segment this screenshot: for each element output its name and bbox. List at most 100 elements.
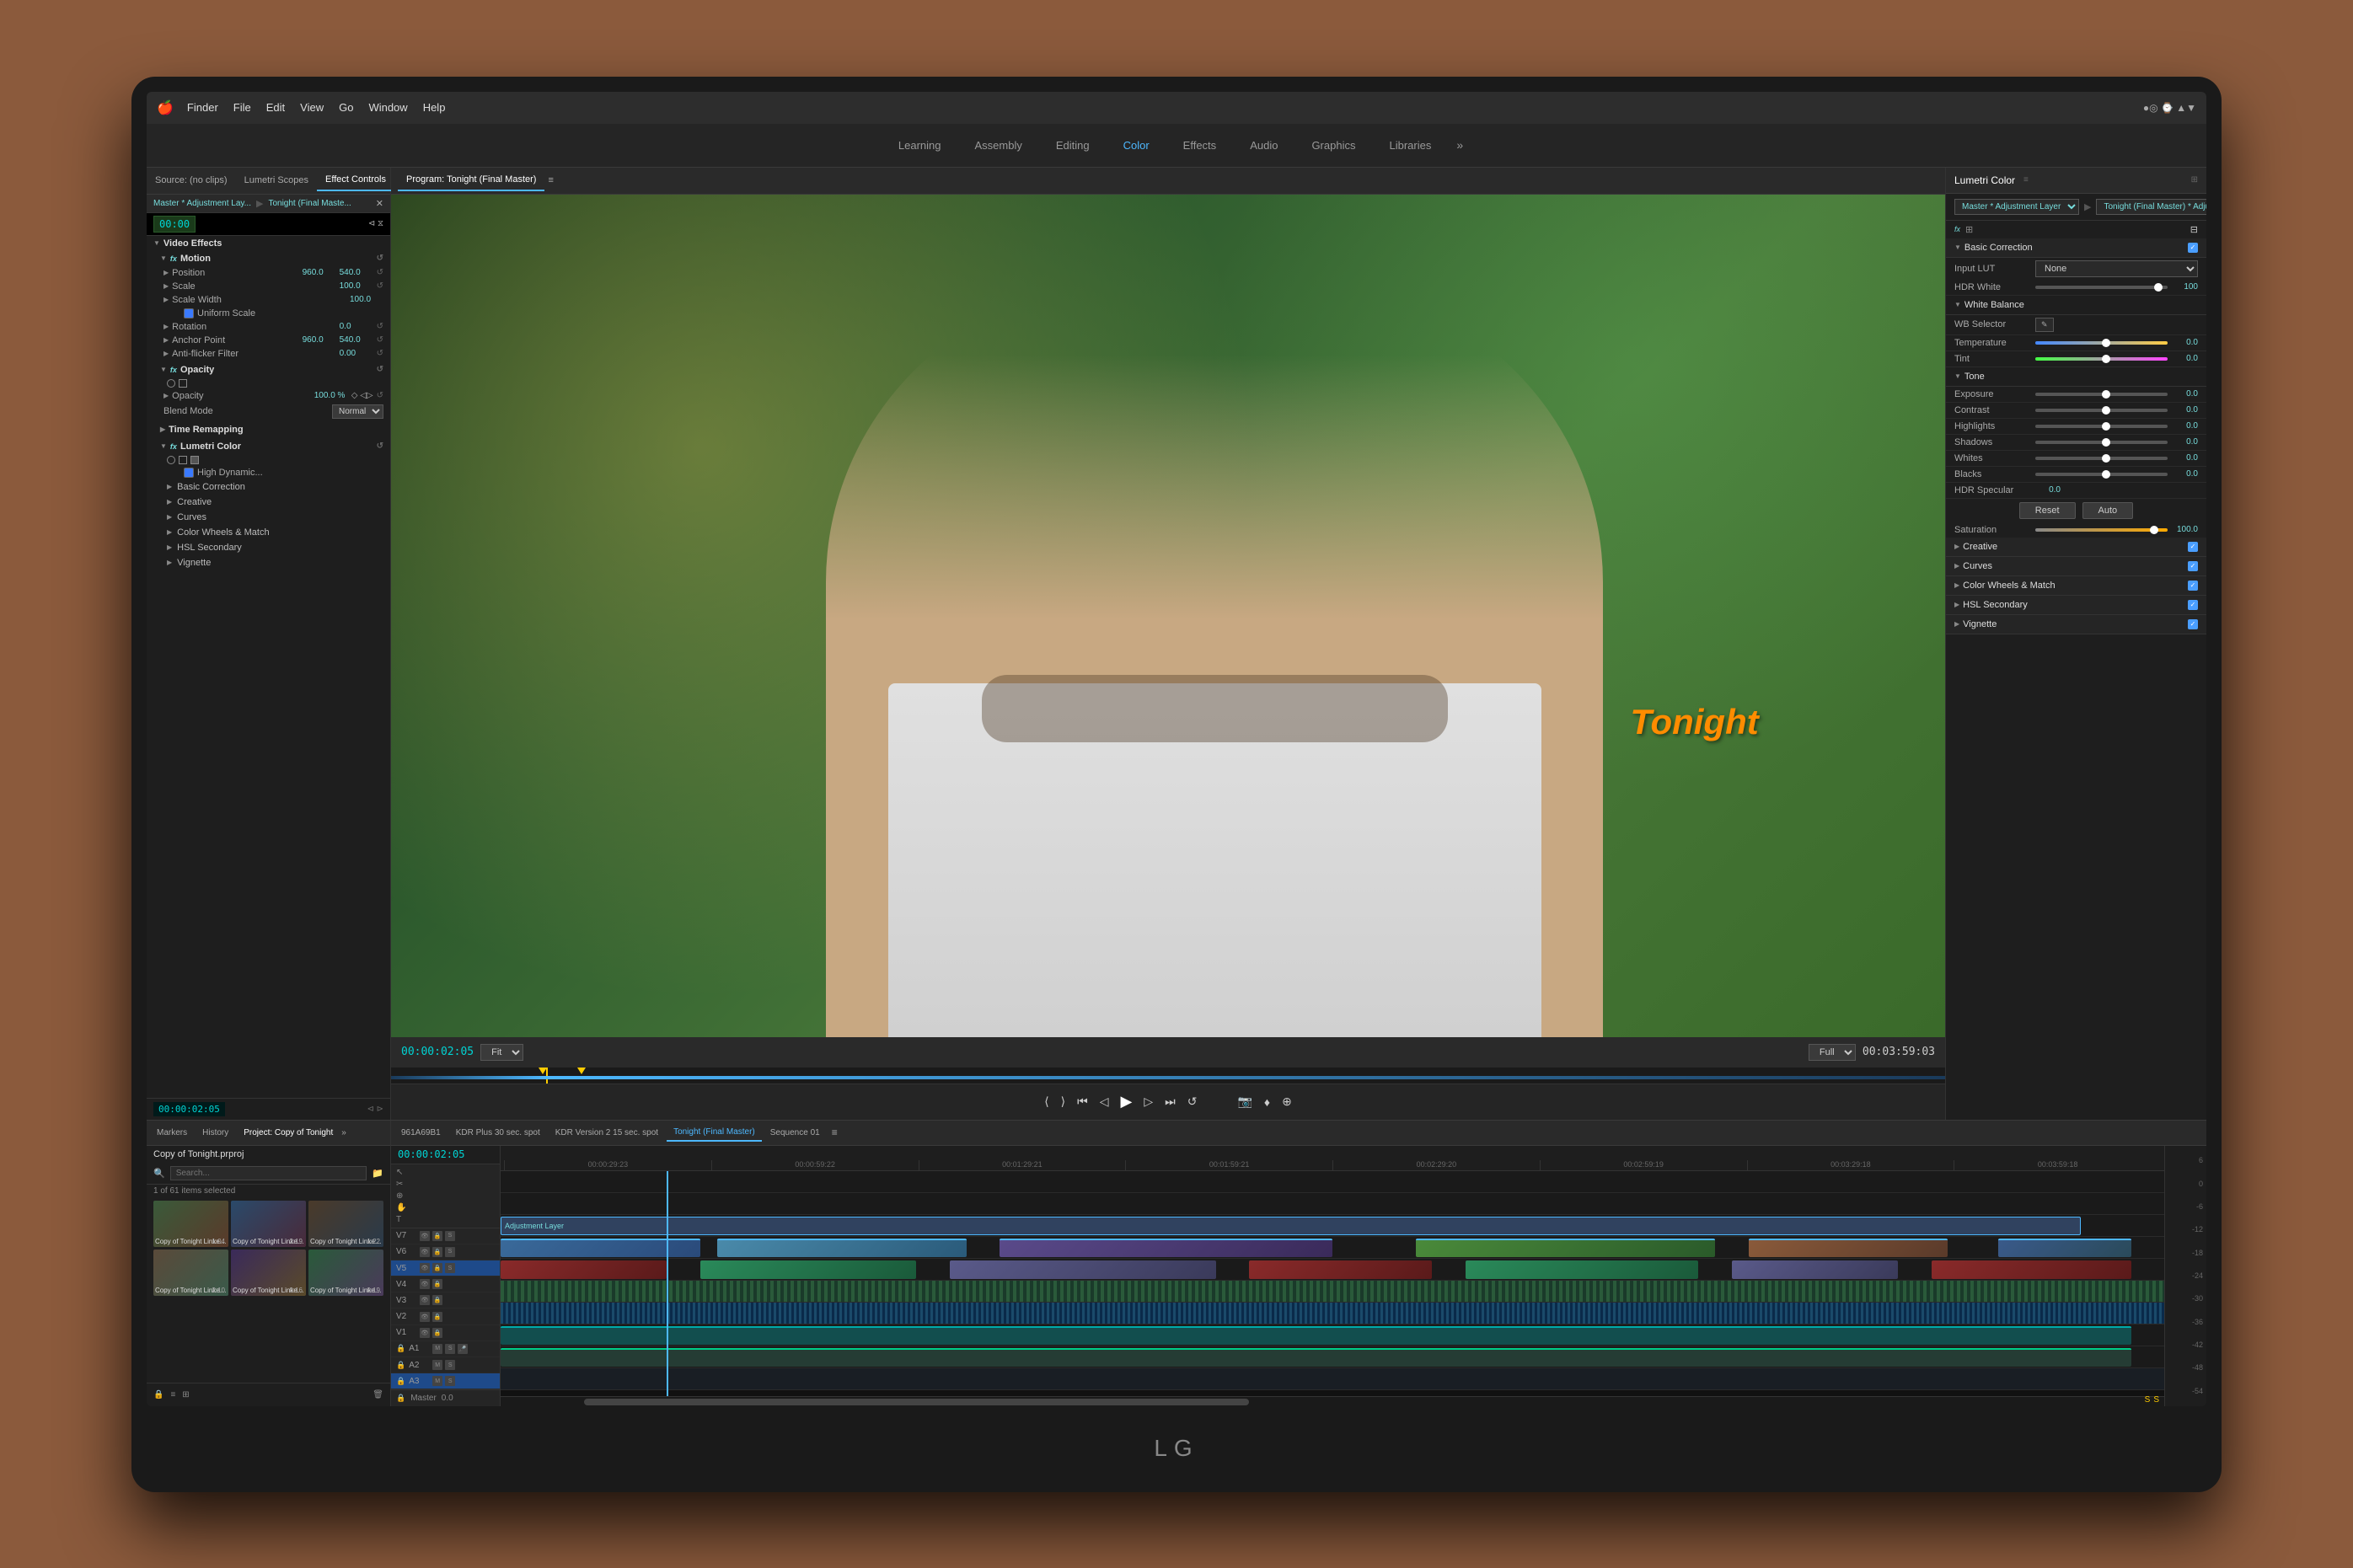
mark-in-btn[interactable]: ⟨ [1044, 1094, 1048, 1109]
apple-icon[interactable]: 🍎 [157, 99, 174, 116]
tab-lumetri-scopes[interactable]: Lumetri Scopes [236, 170, 317, 190]
basic-correction-checkbox[interactable]: ✓ [2188, 243, 2198, 253]
thumbnail-5[interactable]: Copy of Tonight Linked... 0:16 [231, 1250, 306, 1296]
vignette-item[interactable]: ▶ Vignette [147, 555, 390, 570]
v3-clip-1[interactable] [501, 1260, 667, 1279]
temperature-thumb[interactable] [2102, 339, 2110, 347]
v4-eye[interactable]: 👁 [420, 1279, 430, 1289]
highlights-value[interactable]: 0.0 [2173, 421, 2198, 431]
creative-section-header[interactable]: ▶ Creative ✓ [1946, 538, 2206, 557]
v4-clip-1[interactable] [501, 1239, 700, 1257]
basic-correction-item[interactable]: ▶ Basic Correction [147, 479, 390, 495]
thumbnail-6[interactable]: Copy of Tonight Linked... 0:19 [308, 1250, 383, 1296]
scale-reset[interactable]: ↺ [377, 281, 383, 291]
v7-lock[interactable]: 🔒 [432, 1231, 442, 1241]
tab-history[interactable]: History [196, 1125, 235, 1141]
a2-clip[interactable] [501, 1348, 2131, 1367]
tab-effect-controls[interactable]: Effect Controls [317, 169, 394, 191]
tab-project-copy[interactable]: Project: Copy of Tonight [237, 1125, 340, 1141]
tab-editing[interactable]: Editing [1041, 134, 1105, 157]
input-lut-select[interactable]: None [2035, 260, 2198, 277]
tab-assembly[interactable]: Assembly [959, 134, 1037, 157]
v2-multiclip[interactable] [501, 1281, 2164, 1302]
thumbnail-3[interactable]: Copy of Tonight Linked... 1:22 [308, 1201, 383, 1247]
saturation-value[interactable]: 100.0 [2173, 525, 2198, 534]
thumbnail-1[interactable]: Copy of Tonight Linked... 1:04 [153, 1201, 228, 1247]
a1-lock-icon[interactable]: 🔒 [396, 1344, 405, 1353]
lane-v7[interactable] [501, 1171, 2164, 1193]
tl-tab-2[interactable]: KDR Plus 30 sec. spot [449, 1125, 547, 1141]
v5-eye[interactable]: 👁 [420, 1263, 430, 1273]
blacks-value[interactable]: 0.0 [2173, 469, 2198, 479]
tl-tab-tonight[interactable]: Tonight (Final Master) [667, 1124, 762, 1142]
v3-clip-7[interactable] [1932, 1260, 2131, 1279]
timeline-scrollbar[interactable]: S S [501, 1396, 2164, 1406]
tl-tabs-more[interactable]: ≡ [832, 1126, 838, 1138]
highlights-slider[interactable] [2035, 425, 2168, 428]
tint-value[interactable]: 0.0 [2173, 354, 2198, 363]
export-frame-btn[interactable]: 📷 [1237, 1094, 1252, 1109]
add-to-sequence-btn[interactable]: ⊕ [1282, 1094, 1292, 1109]
clip-layer-select[interactable]: Tonight (Final Master) * Adjust... [2096, 199, 2206, 215]
curves-checkbox[interactable]: ✓ [2188, 561, 2198, 571]
saturation-thumb[interactable] [2150, 526, 2158, 534]
workspace-more[interactable]: » [1450, 138, 1470, 152]
v3-clip-5[interactable] [1466, 1260, 1698, 1279]
tl-tab-3[interactable]: KDR Version 2 15 sec. spot [549, 1125, 665, 1141]
lumetri-color-section[interactable]: ▼ fx Lumetri Color ↺ [147, 439, 390, 454]
master-volume[interactable]: 0.0 [442, 1394, 453, 1403]
whites-value[interactable]: 0.0 [2173, 453, 2198, 463]
color-wheels-section-header[interactable]: ▶ Color Wheels & Match ✓ [1946, 576, 2206, 596]
program-menu-icon[interactable]: ≡ [548, 175, 553, 185]
color-wheels-match-item[interactable]: ▶ Color Wheels & Match [147, 525, 390, 540]
basic-correction-header[interactable]: ▼ Basic Correction ✓ [1946, 238, 2206, 258]
v7-solo[interactable]: S [445, 1231, 455, 1241]
a3-m[interactable]: M [432, 1376, 442, 1386]
v3-clip-3[interactable] [950, 1260, 1216, 1279]
v4-clip-4[interactable] [1416, 1239, 1715, 1257]
position-reset[interactable]: ↺ [377, 268, 383, 277]
v4-clip-3[interactable] [1000, 1239, 1332, 1257]
v4-clip-2[interactable] [717, 1239, 967, 1257]
lane-v6[interactable] [501, 1193, 2164, 1215]
whites-slider[interactable] [2035, 457, 2168, 460]
a2-lock-icon[interactable]: 🔒 [396, 1361, 405, 1370]
lane-v4[interactable] [501, 1237, 2164, 1259]
lumetri-reset[interactable]: ↺ [377, 442, 383, 451]
master-layer-label[interactable]: Master * Adjustment Lay... [153, 199, 251, 208]
rotation-value[interactable]: 0.0 [340, 322, 373, 331]
eyedropper-btn[interactable]: ✎ [2035, 318, 2054, 332]
curves-item[interactable]: ▶ Curves [147, 510, 390, 525]
a1-s[interactable]: S [445, 1344, 455, 1354]
fit-select[interactable]: Fit [480, 1044, 523, 1061]
uniform-scale-checkbox[interactable] [184, 308, 194, 318]
v1-multiclip[interactable] [501, 1303, 2164, 1324]
saturation-slider[interactable] [2035, 528, 2168, 532]
close-panel-icon[interactable]: ✕ [376, 198, 383, 209]
v4-clip-6[interactable] [1998, 1239, 2131, 1257]
white-balance-header[interactable]: ▼ White Balance [1946, 296, 2206, 315]
add-marker-btn[interactable]: ♦ [1264, 1095, 1270, 1109]
tab-color[interactable]: Color [1108, 134, 1165, 157]
opacity-reset-2[interactable]: ↺ [377, 391, 383, 400]
panel-more-icon[interactable]: » [341, 1128, 346, 1137]
a1-mic[interactable]: 🎤 [458, 1344, 468, 1354]
contrast-slider[interactable] [2035, 409, 2168, 412]
monitor-timecode-start[interactable]: 00:00:02:05 [401, 1046, 474, 1058]
lane-v5[interactable]: Adjustment Layer [501, 1215, 2164, 1237]
a3-lock-icon[interactable]: 🔒 [396, 1377, 405, 1386]
time-remapping-section[interactable]: ▶ Time Remapping [147, 422, 390, 437]
text-tool[interactable]: T [396, 1215, 495, 1224]
creative-item[interactable]: ▶ Creative [147, 495, 390, 510]
contrast-thumb[interactable] [2102, 406, 2110, 415]
panel-icon-2[interactable]: ⊟ [2190, 224, 2198, 235]
shadows-value[interactable]: 0.0 [2173, 437, 2198, 447]
v3-clip-4[interactable] [1249, 1260, 1432, 1279]
selection-tool[interactable]: ↖ [396, 1168, 495, 1177]
anchor-x[interactable]: 960.0 [303, 335, 336, 345]
hsl-section-header[interactable]: ▶ HSL Secondary ✓ [1946, 596, 2206, 615]
anchor-reset[interactable]: ↺ [377, 335, 383, 345]
reset-button[interactable]: Reset [2019, 502, 2076, 519]
master-layer-select[interactable]: Master * Adjustment Layer [1954, 199, 2079, 215]
hsl-checkbox[interactable]: ✓ [2188, 600, 2198, 610]
